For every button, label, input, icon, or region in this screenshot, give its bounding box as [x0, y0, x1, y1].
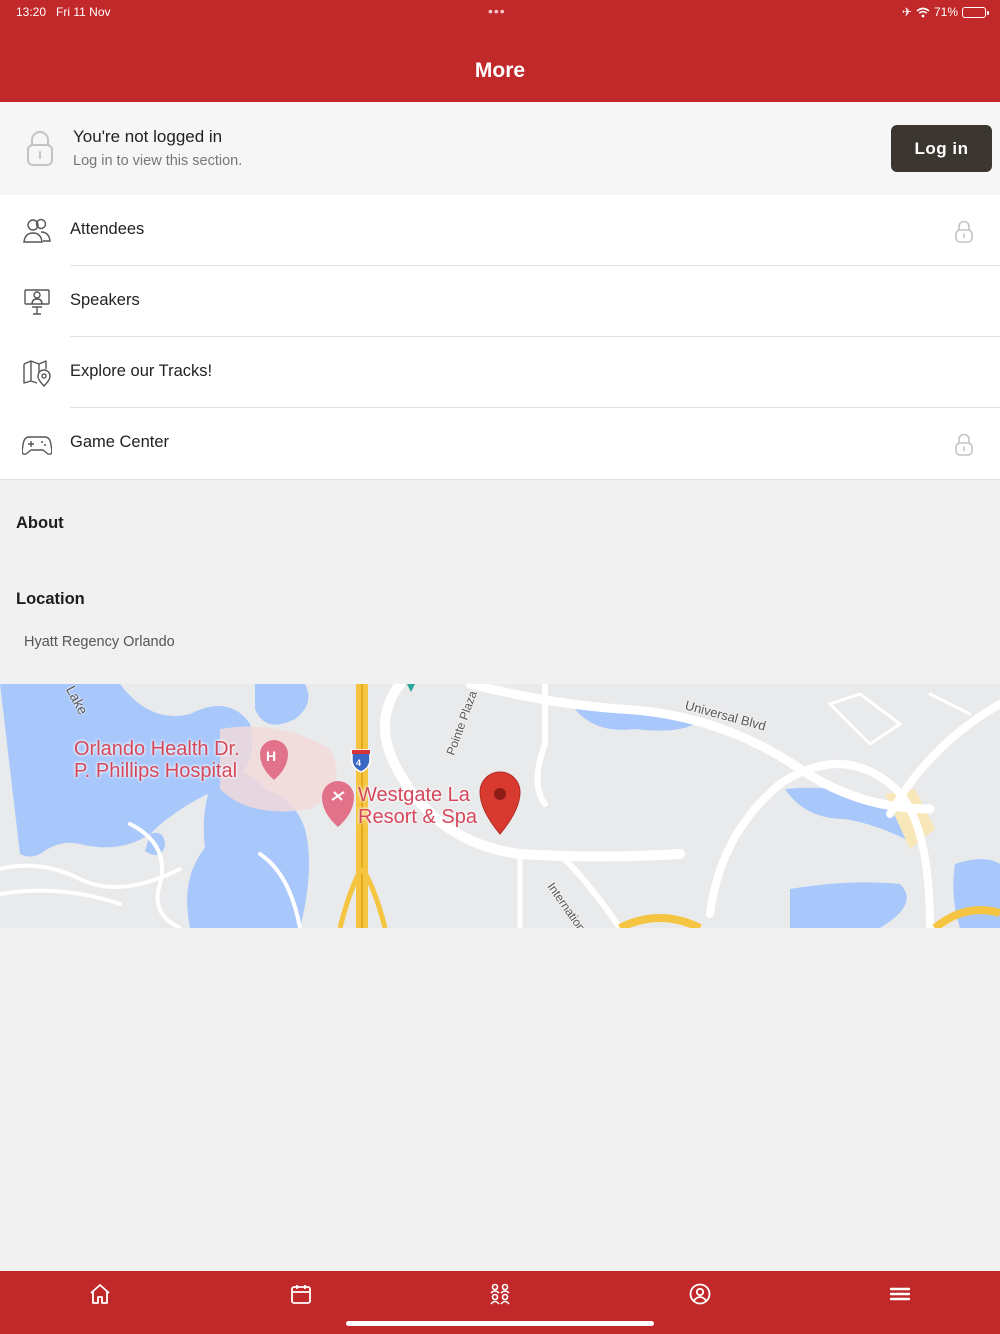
speaker-icon: [24, 289, 50, 315]
status-indicators: ✈ 71%: [901, 5, 989, 19]
people-icon[interactable]: [488, 1282, 512, 1306]
divider: [0, 479, 1000, 480]
login-banner: [0, 102, 1000, 195]
app-header: 13:20 Fri 11 Nov ••• ✈ 71% More: [0, 0, 1000, 102]
lock-icon: [27, 131, 53, 166]
menu-icon[interactable]: [888, 1282, 912, 1306]
more-menu-list: Attendees Speakers Explore our Tracks! G…: [0, 195, 1000, 480]
menu-item-game-center[interactable]: Game Center: [0, 408, 1000, 479]
wifi-icon: [916, 7, 930, 17]
menu-item-label: Game Center: [70, 433, 170, 451]
profile-icon[interactable]: [688, 1282, 712, 1306]
page-title: More: [474, 59, 526, 82]
menu-item-label: Explore our Tracks!: [70, 362, 213, 380]
home-indicator[interactable]: [346, 1321, 654, 1326]
menu-item-attendees[interactable]: Attendees: [0, 195, 1000, 266]
menu-item-label: Attendees: [70, 220, 145, 238]
map-label-interstate: 4: [356, 758, 362, 768]
login-title: You're not logged in: [73, 127, 223, 146]
attendees-icon: [23, 218, 51, 243]
login-subtitle: Log in to view this section.: [73, 153, 243, 169]
svg-text:H: H: [266, 748, 276, 764]
menu-item-speakers[interactable]: Speakers: [0, 266, 1000, 337]
map-label-hospital: Orlando Health Dr. P. Phillips Hospital: [74, 738, 240, 782]
map-graphic: H: [0, 684, 1000, 928]
about-heading: About: [16, 514, 64, 532]
battery-percent: 71%: [933, 5, 958, 19]
battery-icon: [962, 6, 989, 18]
menu-item-tracks[interactable]: Explore our Tracks!: [0, 337, 1000, 408]
lock-icon: [955, 220, 973, 243]
map-pin-icon: [23, 360, 51, 387]
calendar-icon[interactable]: [289, 1282, 313, 1306]
gamepad-icon: [22, 436, 52, 455]
home-icon[interactable]: [88, 1282, 112, 1306]
menu-item-label: Speakers: [70, 291, 140, 309]
multitasking-dots-icon[interactable]: •••: [488, 3, 506, 19]
map-label-resort: Westgate La Resort & Spa: [358, 784, 477, 828]
airplane-icon: ✈: [901, 5, 912, 19]
lock-icon: [955, 433, 973, 456]
location-heading: Location: [16, 590, 85, 608]
status-time: 13:20 Fri 11 Nov: [16, 5, 111, 19]
location-name: Hyatt Regency Orlando: [24, 634, 175, 650]
location-map[interactable]: H Orlando Health Dr. P. Phillips Hospita…: [0, 684, 1000, 928]
login-button[interactable]: Log in: [891, 125, 992, 172]
